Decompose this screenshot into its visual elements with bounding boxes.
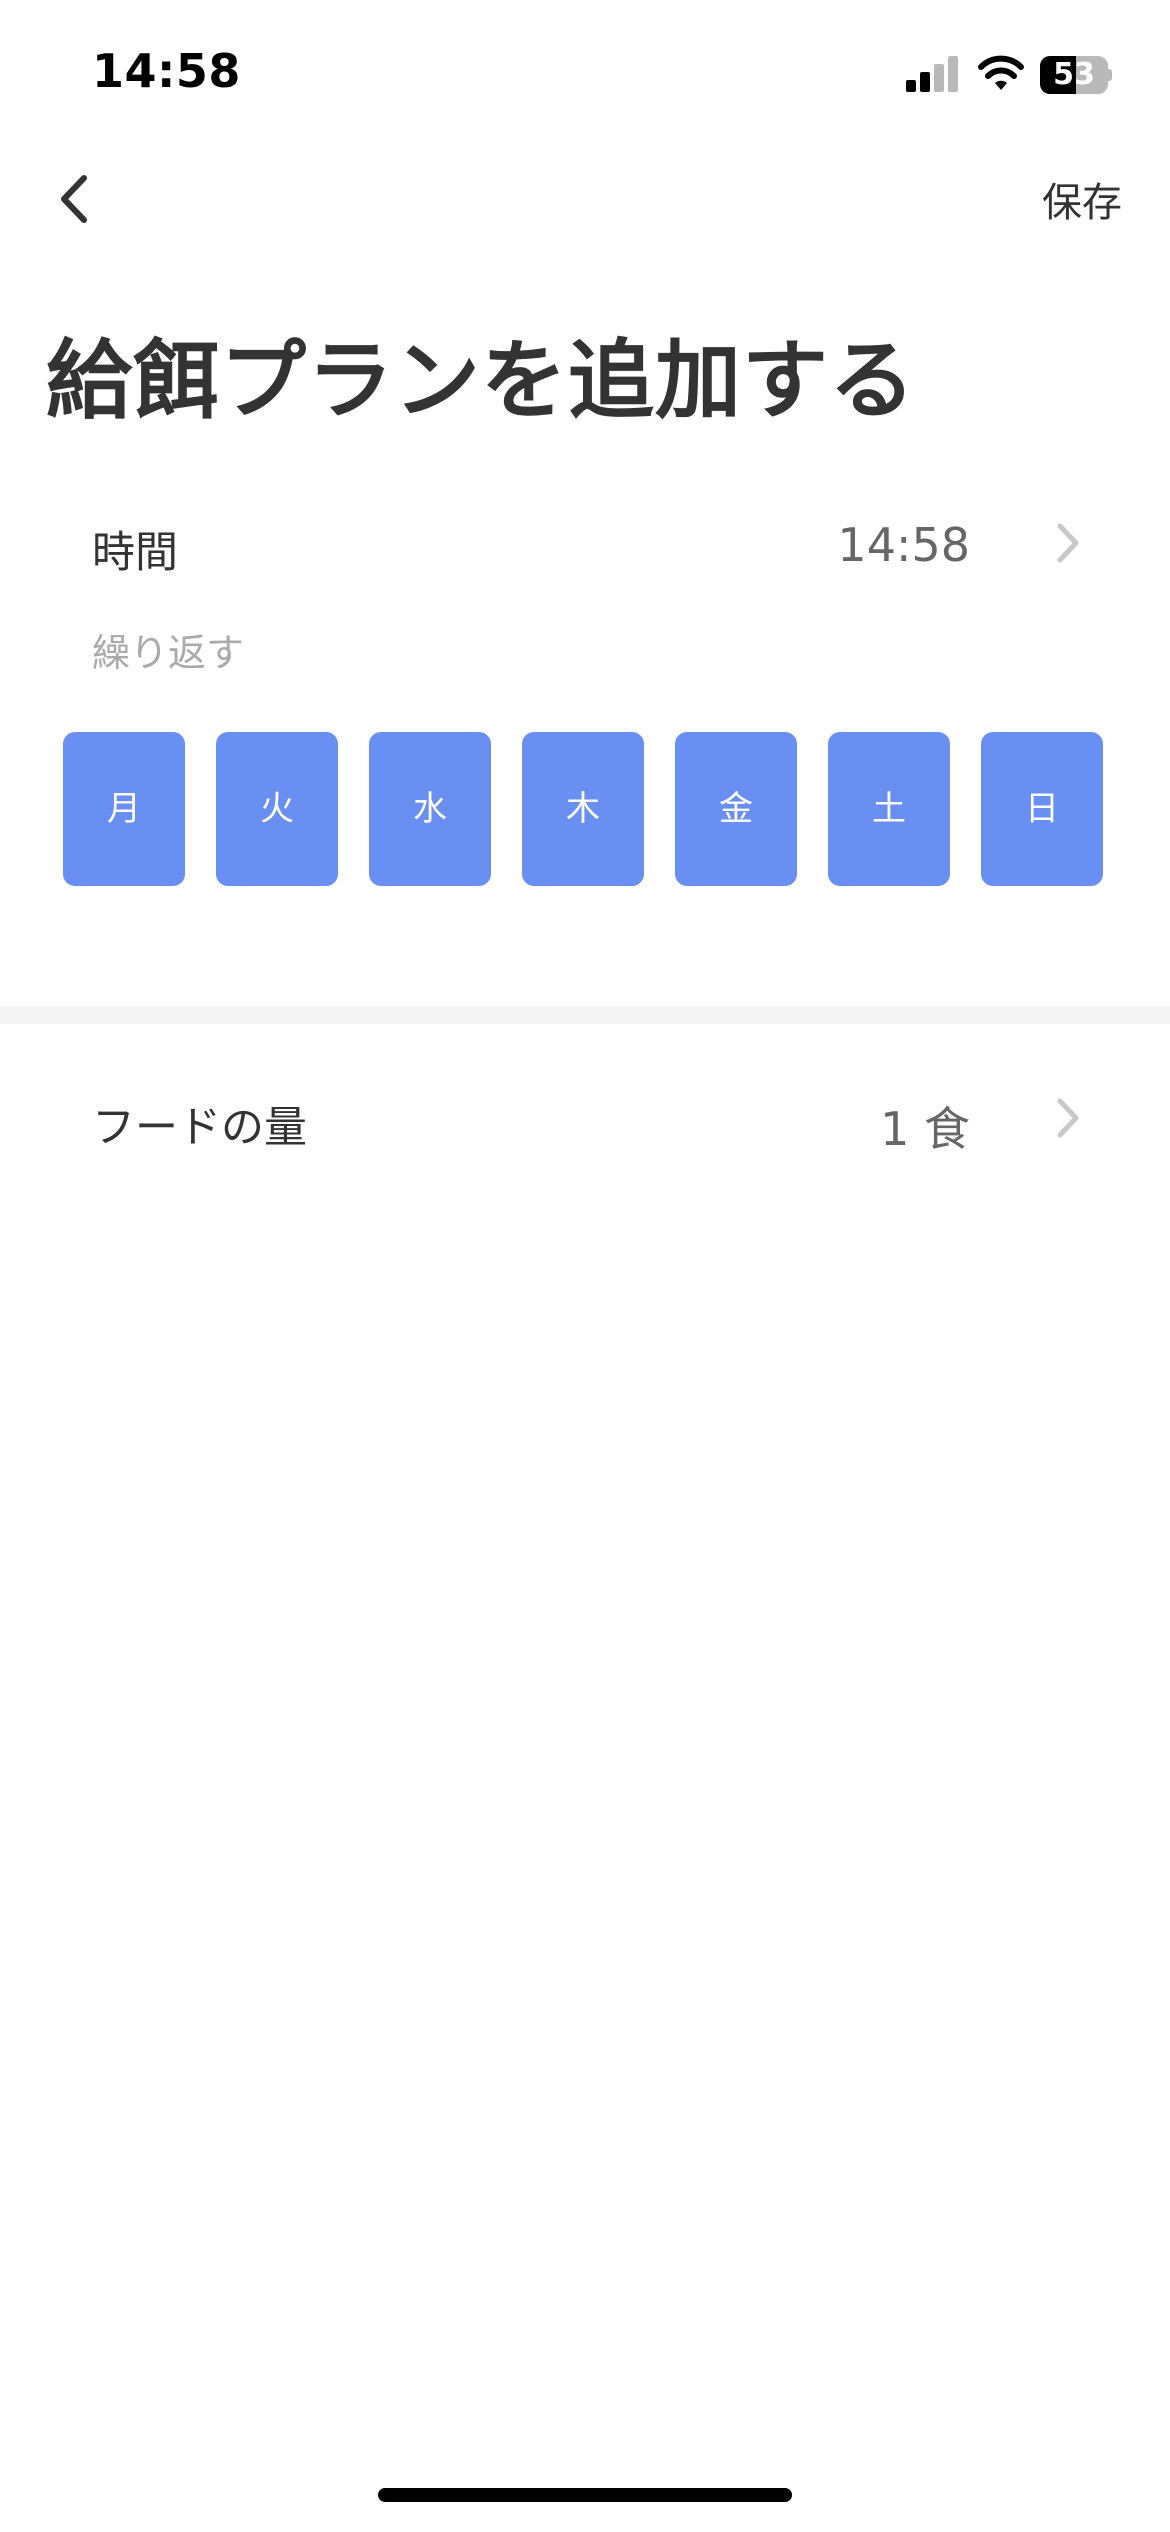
section-divider (0, 1006, 1170, 1024)
save-button[interactable]: 保存 (1042, 170, 1122, 228)
food-amount-row[interactable]: フードの量 1 食 (0, 1057, 1170, 1177)
day-button-wed[interactable]: 水 (369, 732, 491, 886)
repeat-label: 繰り返す (92, 631, 245, 675)
battery-icon: 53 (1040, 56, 1112, 94)
food-amount-label: フードの量 (92, 1103, 307, 1153)
time-value: 14:58 (837, 518, 970, 572)
food-amount-value: 1 食 (880, 1102, 970, 1156)
home-indicator[interactable] (378, 2488, 792, 2502)
chevron-right-icon (1056, 1097, 1080, 1139)
time-label: 時間 (92, 528, 178, 578)
back-button[interactable] (50, 166, 100, 232)
wifi-icon (976, 52, 1026, 92)
day-button-sat[interactable]: 土 (828, 732, 950, 886)
cellular-signal-icon (906, 56, 960, 92)
page-title: 給餌プランを追加する (46, 331, 916, 431)
chevron-left-icon (61, 175, 87, 223)
weekday-selector: 月 火 水 木 金 土 日 (63, 732, 1105, 886)
battery-level-text: 53 (1053, 57, 1095, 92)
status-time: 14:58 (92, 44, 241, 98)
day-button-tue[interactable]: 火 (216, 732, 338, 886)
day-button-fri[interactable]: 金 (675, 732, 797, 886)
chevron-right-icon (1056, 522, 1080, 564)
time-row[interactable]: 時間 14:58 (0, 482, 1170, 602)
day-button-thu[interactable]: 木 (522, 732, 644, 886)
day-button-sun[interactable]: 日 (981, 732, 1103, 886)
day-button-mon[interactable]: 月 (63, 732, 185, 886)
screen: 14:58 53 保存 給餌プランを追加する 時間 14:58 繰り返す 月 火… (0, 0, 1170, 2532)
